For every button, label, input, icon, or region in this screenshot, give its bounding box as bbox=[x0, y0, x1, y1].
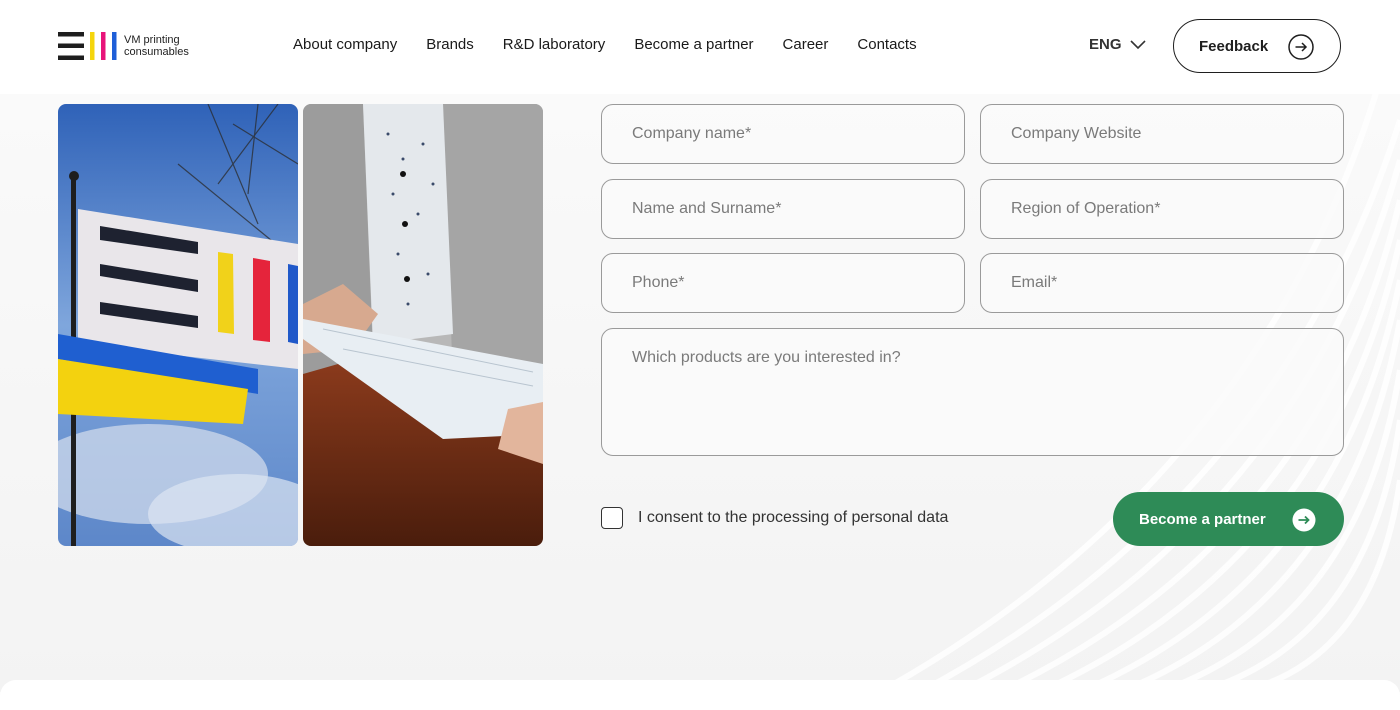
region-input[interactable] bbox=[980, 179, 1344, 239]
consent-row: I consent to the processing of personal … bbox=[601, 507, 948, 529]
logo[interactable]: VM printing consumables bbox=[58, 32, 189, 60]
consent-checkbox[interactable] bbox=[601, 507, 623, 529]
nav-item-career[interactable]: Career bbox=[783, 36, 829, 53]
logo-text-line1: VM printing bbox=[124, 34, 180, 46]
language-selector[interactable]: ENG bbox=[1089, 36, 1146, 53]
nav-item-rd-laboratory[interactable]: R&D laboratory bbox=[503, 36, 606, 53]
feedback-label: Feedback bbox=[1199, 37, 1269, 55]
language-label: ENG bbox=[1089, 36, 1122, 53]
become-partner-label: Become a partner bbox=[1139, 510, 1266, 528]
consent-label[interactable]: I consent to the processing of personal … bbox=[638, 509, 948, 527]
main-nav: About company Brands R&D laboratory Beco… bbox=[293, 36, 946, 53]
next-section-card bbox=[0, 680, 1400, 710]
nav-item-brands[interactable]: Brands bbox=[426, 36, 474, 53]
nav-item-about-company[interactable]: About company bbox=[293, 36, 397, 53]
flags-image bbox=[58, 104, 298, 546]
site-header: VM printing consumables About company Br… bbox=[0, 0, 1400, 94]
products-textarea[interactable] bbox=[601, 328, 1344, 456]
chevron-down-icon bbox=[1129, 39, 1146, 49]
company-name-input[interactable] bbox=[601, 104, 965, 164]
become-partner-button[interactable]: Become a partner bbox=[1113, 492, 1344, 546]
email-input[interactable] bbox=[980, 253, 1344, 313]
photo-flags bbox=[58, 104, 298, 546]
documents-image bbox=[303, 104, 543, 546]
arrow-right-circle-icon bbox=[1288, 34, 1314, 60]
nav-item-become-partner[interactable]: Become a partner bbox=[634, 36, 753, 53]
company-website-input[interactable] bbox=[980, 104, 1344, 164]
feedback-button[interactable]: Feedback bbox=[1173, 19, 1341, 73]
logo-icon bbox=[58, 32, 117, 60]
logo-text: VM printing consumables bbox=[124, 34, 189, 58]
arrow-right-circle-icon bbox=[1292, 508, 1316, 532]
logo-text-line2: consumables bbox=[124, 46, 189, 58]
photo-business-handshake bbox=[303, 104, 543, 546]
nav-item-contacts[interactable]: Contacts bbox=[857, 36, 916, 53]
name-surname-input[interactable] bbox=[601, 179, 965, 239]
phone-input[interactable] bbox=[601, 253, 965, 313]
